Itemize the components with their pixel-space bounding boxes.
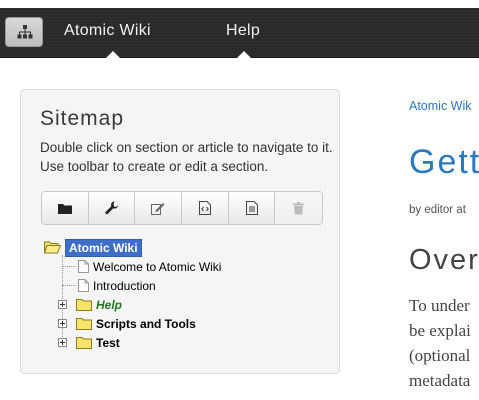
expand-toggle[interactable] [58,300,67,309]
folder-icon [57,203,72,214]
byline: by editor at [409,204,466,216]
document-icon [245,201,258,215]
trash-icon [293,201,305,214]
tree-section-label: Help [96,297,123,312]
new-html-article-button[interactable] [182,192,229,224]
tree-article-label: Introduction [93,278,156,293]
article-content: Atomic Wik Gett by editor at Over To und… [409,0,479,400]
code-document-icon [198,201,211,215]
page-title: Gett [409,143,479,181]
expand-toggle[interactable] [58,338,67,347]
tree-connector [62,255,63,343]
tree-section-label: Scripts and Tools [96,316,196,331]
expand-toggle[interactable] [58,319,67,328]
folder-closed-icon [76,298,92,311]
new-article-button[interactable] [229,192,276,224]
tree-article-node[interactable]: Welcome to Atomic Wiki [78,257,221,276]
nav-caret-atomic-wiki [106,51,120,58]
tree-article-node[interactable]: Introduction [78,276,156,295]
tree-section-node[interactable]: Help [76,295,122,314]
breadcrumb[interactable]: Atomic Wik [409,99,472,113]
tree-section-label: Test [96,335,120,350]
tree-section-node[interactable]: Test [76,333,120,352]
folder-closed-icon [76,336,92,349]
sitemap-icon [17,25,33,39]
wrench-icon [104,201,118,215]
open-folder-icon [44,241,61,254]
nav-caret-help [237,51,251,58]
tree-connector [62,266,76,267]
tree-connector [62,285,76,286]
new-section-button[interactable] [42,192,89,224]
sitemap-description: Double click on section or article to na… [40,140,333,174]
tree-root-node[interactable]: Atomic Wiki [44,238,142,257]
nav-atomic-wiki[interactable]: Atomic Wiki [64,22,151,40]
delete-button[interactable] [275,192,322,224]
top-strip [0,0,479,8]
tree-root-label: Atomic Wiki [65,238,142,257]
page-icon [78,279,89,292]
body-paragraph: To under be explai (optional metadata [409,293,471,393]
nav-help[interactable]: Help [226,22,260,40]
body-line: metadata [409,371,471,390]
sitemap-title: Sitemap [40,107,125,130]
sitemap-toolbar [41,191,323,225]
edit-icon [151,202,165,215]
body-line: To under [409,296,470,315]
body-line: (optional [409,346,471,365]
tree-article-label: Welcome to Atomic Wiki [93,259,222,274]
section-heading: Over [409,244,479,276]
page-icon [78,260,89,273]
edit-section-button[interactable] [89,192,136,224]
edit-article-button[interactable] [135,192,183,224]
body-line: be explai [409,321,471,340]
folder-closed-icon [76,317,92,330]
top-navbar: Atomic Wiki Help [0,8,479,58]
home-button[interactable] [5,17,43,47]
tree-section-node[interactable]: Scripts and Tools [76,314,196,333]
